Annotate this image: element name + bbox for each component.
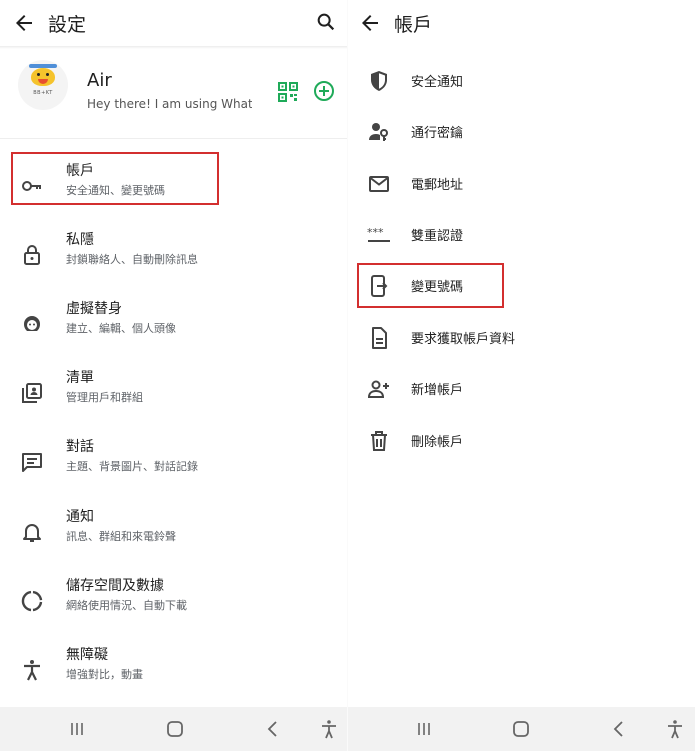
back-nav-icon[interactable] (262, 718, 284, 740)
svg-text:***: *** (367, 226, 384, 239)
system-nav-bar (0, 707, 347, 751)
account-screen: 帳戶 安全通知 通行密鑰 電郵地址 *** 雙重認證 變更號碼 要求獲取帳戶資料… (348, 0, 695, 751)
settings-item-label: 無障礙 (66, 647, 108, 663)
recent-apps-icon[interactable] (413, 718, 435, 740)
settings-item-lists[interactable]: 清單 管理用戶和群組 (0, 361, 347, 423)
settings-item-privacy[interactable]: 私隱 封鎖聯絡人、自動刪除訊息 (0, 223, 347, 285)
page-title: 設定 (48, 14, 87, 36)
profile-status: Hey there! I am using What… (87, 97, 252, 111)
settings-screen: 設定 BB+KT Air Hey there! I am using What… (0, 0, 347, 751)
recent-apps-icon[interactable] (66, 718, 88, 740)
avatar-face-icon (24, 316, 40, 331)
settings-item-avatar[interactable]: 虛擬替身 建立、編輯、個人頭像 (0, 292, 347, 354)
account-item-add-account[interactable]: 新增帳戶 (348, 365, 695, 413)
highlight-box (11, 152, 219, 205)
account-item-delete-account[interactable]: 刪除帳戶 (348, 417, 695, 465)
settings-item-subtitle: 增強對比，動畫 (66, 668, 143, 681)
settings-item-label: 私隱 (66, 232, 94, 248)
settings-item-notifications[interactable]: 通知 訊息、群組和來電鈴聲 (0, 500, 347, 562)
page-title: 帳戶 (394, 14, 433, 36)
divider (0, 46, 347, 49)
back-arrow-icon[interactable] (358, 11, 382, 35)
home-icon[interactable] (164, 718, 186, 740)
profile-name: Air (87, 70, 112, 91)
back-nav-icon[interactable] (608, 718, 630, 740)
account-item-two-step[interactable]: *** 雙重認證 (348, 211, 695, 259)
home-icon[interactable] (510, 718, 532, 740)
account-item-label: 新增帳戶 (411, 383, 464, 398)
mail-icon (369, 176, 389, 192)
settings-item-storage[interactable]: 儲存空間及數據 網絡使用情況、自動下載 (0, 569, 347, 631)
add-circle-icon[interactable] (313, 80, 335, 102)
accessibility-nav-icon[interactable] (318, 718, 340, 740)
account-item-label: 雙重認證 (411, 229, 464, 244)
settings-top-bar: 設定 (0, 0, 347, 46)
settings-item-chats[interactable]: 對話 主題、背景圖片、對話記錄 (0, 430, 347, 492)
account-item-email[interactable]: 電郵地址 (348, 160, 695, 208)
lock-icon (24, 245, 40, 265)
passkey-icon (369, 123, 388, 141)
settings-item-subtitle: 訊息、群組和來電鈴聲 (66, 530, 176, 543)
search-icon[interactable] (315, 11, 337, 33)
account-item-label: 通行密鑰 (411, 126, 464, 141)
document-icon (372, 327, 387, 349)
chat-icon (22, 453, 42, 472)
qr-code-icon[interactable] (278, 82, 298, 102)
back-arrow-icon[interactable] (12, 11, 36, 35)
account-top-bar: 帳戶 (348, 0, 695, 46)
settings-item-label: 清單 (66, 370, 94, 386)
avatar[interactable]: BB+KT (18, 60, 68, 110)
avatar-badge: BB+KT (33, 90, 53, 96)
settings-item-subtitle: 建立、編輯、個人頭像 (66, 322, 176, 335)
settings-item-label: 虛擬替身 (66, 301, 122, 317)
account-item-label: 刪除帳戶 (411, 435, 464, 450)
trash-icon (371, 431, 387, 451)
account-item-label: 電郵地址 (411, 178, 464, 193)
settings-item-label: 通知 (66, 509, 94, 525)
settings-item-subtitle: 封鎖聯絡人、自動刪除訊息 (66, 253, 198, 266)
accessibility-icon (24, 660, 40, 681)
settings-item-accessibility[interactable]: 無障礙 增強對比，動畫 (0, 638, 347, 700)
shield-icon (371, 71, 387, 91)
account-item-security-notifications[interactable]: 安全通知 (348, 57, 695, 105)
accessibility-nav-icon[interactable] (664, 718, 686, 740)
settings-item-subtitle: 主題、背景圖片、對話記錄 (66, 460, 198, 473)
data-usage-icon (21, 590, 43, 612)
add-person-icon (367, 380, 389, 398)
settings-item-label: 儲存空間及數據 (66, 578, 164, 594)
settings-item-label: 對話 (66, 439, 94, 455)
account-item-passkeys[interactable]: 通行密鑰 (348, 108, 695, 156)
password-dots-icon: *** (367, 226, 390, 242)
system-nav-bar (348, 707, 695, 751)
settings-item-subtitle: 管理用戶和群組 (66, 391, 143, 404)
contact-list-icon (22, 383, 42, 403)
account-item-label: 要求獲取帳戶資料 (411, 332, 516, 347)
account-item-request-info[interactable]: 要求獲取帳戶資料 (348, 314, 695, 362)
highlight-box (357, 263, 504, 308)
settings-item-subtitle: 網絡使用情況、自動下載 (66, 599, 187, 612)
bell-icon (23, 524, 41, 542)
account-item-label: 安全通知 (411, 75, 464, 90)
